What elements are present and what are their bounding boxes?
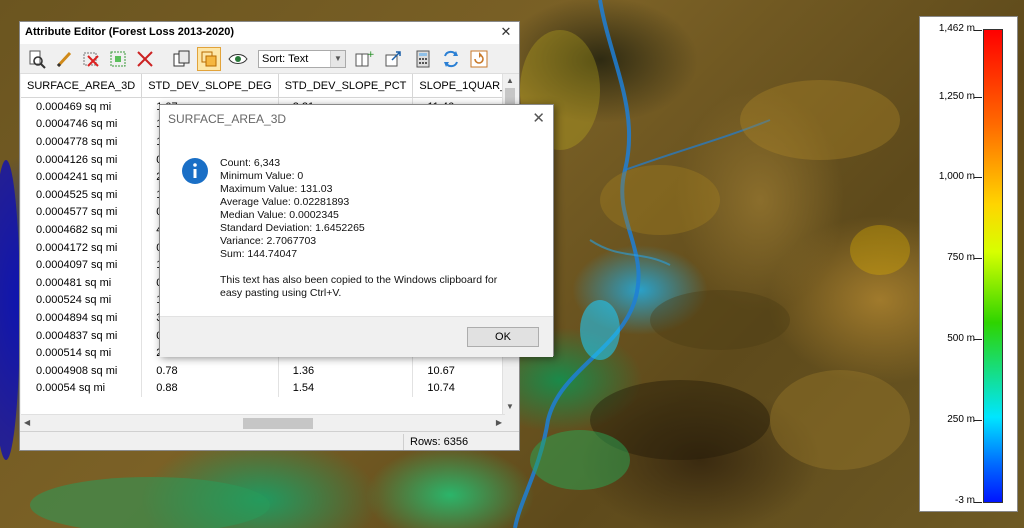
calculator-icon[interactable] xyxy=(412,48,434,70)
stat-std-dev: Standard Deviation: 1.6452265 xyxy=(220,222,365,234)
attribute-editor-title: Attribute Editor (Forest Loss 2013-2020) xyxy=(25,26,235,38)
stat-count: Count: 6,343 xyxy=(220,157,281,169)
legend-label-1462: 1,462 m xyxy=(938,23,975,34)
highlight-selected-icon[interactable] xyxy=(197,47,221,71)
close-icon[interactable]: ✕ xyxy=(532,109,545,127)
table-cell[interactable]: 0.00054 sq mi xyxy=(21,379,143,398)
table-cell[interactable]: 10.74 xyxy=(412,379,505,398)
table-cell[interactable]: 0.0004746 sq mi xyxy=(21,115,143,134)
legend-label-250: 250 m xyxy=(947,414,975,425)
column-header-std-dev-slope-deg[interactable]: STD_DEV_SLOPE_DEG xyxy=(141,74,279,98)
table-cell[interactable]: 0.0004908 sq mi xyxy=(21,361,143,380)
stat-sum: Sum: 144.74047 xyxy=(220,248,298,260)
table-cell[interactable]: 0.78 xyxy=(141,361,279,380)
table-cell[interactable]: 0.0004682 sq mi xyxy=(21,221,143,239)
status-bar: Rows: 6356 xyxy=(20,431,519,452)
legend-label-750: 750 m xyxy=(947,252,975,263)
info-icon xyxy=(181,157,209,185)
stat-minimum: Minimum Value: 0 xyxy=(220,170,304,182)
legend-tick xyxy=(974,97,982,98)
table-cell[interactable]: 0.0004577 sq mi xyxy=(21,203,143,222)
table-cell[interactable]: 10.67 xyxy=(412,361,505,380)
clipboard-note-line1: This text has also been copied to the Wi… xyxy=(220,274,498,286)
svg-text:+: + xyxy=(367,50,375,60)
table-cell[interactable]: 0.0004097 sq mi xyxy=(21,256,143,274)
table-cell[interactable]: 0.000514 sq mi xyxy=(21,344,143,362)
stat-variance: Variance: 2.7067703 xyxy=(220,235,317,247)
legend-tick xyxy=(974,339,982,340)
close-icon[interactable]: ✕ xyxy=(499,24,513,40)
table-header-row: SURFACE_AREA_3D STD_DEV_SLOPE_DEG STD_DE… xyxy=(21,74,505,98)
copy-icon[interactable] xyxy=(171,48,193,70)
scroll-down-icon[interactable]: ▼ xyxy=(506,402,514,411)
table-cell[interactable]: 0.000524 sq mi xyxy=(21,291,143,310)
export-icon[interactable] xyxy=(382,48,404,70)
scroll-up-icon[interactable]: ▲ xyxy=(506,76,514,85)
legend-tick xyxy=(974,177,982,178)
status-divider xyxy=(403,434,404,450)
statistics-dialog: SURFACE_AREA_3D ✕ Count: 6,343 Minimum V… xyxy=(159,104,554,357)
attribute-toolbar: Sort: Text ▼ + xyxy=(20,45,519,74)
table-cell[interactable]: 0.0004172 sq mi xyxy=(21,238,143,257)
legend-label-1000: 1,000 m xyxy=(938,171,975,182)
column-header-slope-1quar-deg[interactable]: SLOPE_1QUAR_DEG xyxy=(412,74,505,98)
clipboard-note-line2: easy pasting using Ctrl+V. xyxy=(220,287,342,299)
table-row[interactable]: 0.00054 sq mi 0.88 1.54 10.74 xyxy=(21,379,505,398)
scroll-left-icon[interactable]: ◀ xyxy=(24,418,30,427)
add-column-icon[interactable]: + xyxy=(353,48,375,70)
table-row[interactable]: 0.0004908 sq mi 0.78 1.36 10.67 xyxy=(21,361,505,380)
column-header-surface-area-3d[interactable]: SURFACE_AREA_3D xyxy=(21,74,143,98)
delete-selected-icon[interactable] xyxy=(80,48,102,70)
legend-label-minus3: -3 m xyxy=(955,495,975,506)
legend-tick xyxy=(974,258,982,259)
select-features-icon[interactable] xyxy=(107,48,129,70)
swap-icon[interactable] xyxy=(440,48,462,70)
legend-tick xyxy=(974,30,982,31)
table-cell[interactable]: 0.0004894 sq mi xyxy=(21,309,143,327)
table-cell[interactable]: 1.54 xyxy=(278,379,414,398)
legend-label-500: 500 m xyxy=(947,333,975,344)
table-cell[interactable]: 0.88 xyxy=(141,379,279,398)
refresh-icon[interactable] xyxy=(468,48,490,70)
legend-tick xyxy=(974,502,982,503)
row-count: Rows: 6356 xyxy=(410,436,469,448)
dialog-footer: OK xyxy=(160,316,553,357)
table-cell[interactable]: 1.36 xyxy=(278,361,414,380)
table-cell[interactable]: 0.0004837 sq mi xyxy=(21,326,143,345)
column-header-std-dev-slope-pct[interactable]: STD_DEV_SLOPE_PCT xyxy=(278,74,414,98)
elevation-legend: 1,462 m 1,250 m 1,000 m 750 m 500 m 250 … xyxy=(919,16,1018,512)
chevron-down-icon[interactable]: ▼ xyxy=(330,51,345,67)
table-cell[interactable]: 0.0004778 sq mi xyxy=(21,133,143,151)
stat-maximum: Maximum Value: 131.03 xyxy=(220,183,333,195)
legend-tick xyxy=(974,420,982,421)
sort-dropdown[interactable]: Sort: Text ▼ xyxy=(258,50,346,68)
stat-median: Median Value: 0.0002345 xyxy=(220,209,339,221)
legend-label-1250: 1,250 m xyxy=(938,91,975,102)
table-cell[interactable]: 0.000481 sq mi xyxy=(21,273,143,292)
edit-pencil-icon[interactable] xyxy=(53,48,75,70)
attribute-editor-titlebar[interactable]: Attribute Editor (Forest Loss 2013-2020)… xyxy=(20,22,519,44)
clear-selection-icon[interactable] xyxy=(134,48,156,70)
dialog-message: Count: 6,343 Minimum Value: 0 Maximum Va… xyxy=(220,157,497,300)
sort-dropdown-value: Sort: Text xyxy=(262,53,309,65)
view-eye-icon[interactable] xyxy=(227,48,249,70)
stat-average: Average Value: 0.02281893 xyxy=(220,196,350,208)
table-cell[interactable]: 0.0004241 sq mi xyxy=(21,168,143,186)
table-cell[interactable]: 0.0004126 sq mi xyxy=(21,150,143,169)
horizontal-scrollbar[interactable]: ◀ ▶ xyxy=(21,414,505,431)
table-cell[interactable]: 0.0004525 sq mi xyxy=(21,185,143,204)
dialog-title: SURFACE_AREA_3D xyxy=(168,112,287,126)
scroll-right-icon[interactable]: ▶ xyxy=(496,418,502,427)
ok-button[interactable]: OK xyxy=(467,327,539,347)
table-cell[interactable]: 0.000469 sq mi xyxy=(21,97,143,116)
legend-color-ramp xyxy=(983,29,1003,503)
horizontal-scroll-thumb[interactable] xyxy=(243,418,313,429)
zoom-to-feature-icon[interactable] xyxy=(26,48,48,70)
